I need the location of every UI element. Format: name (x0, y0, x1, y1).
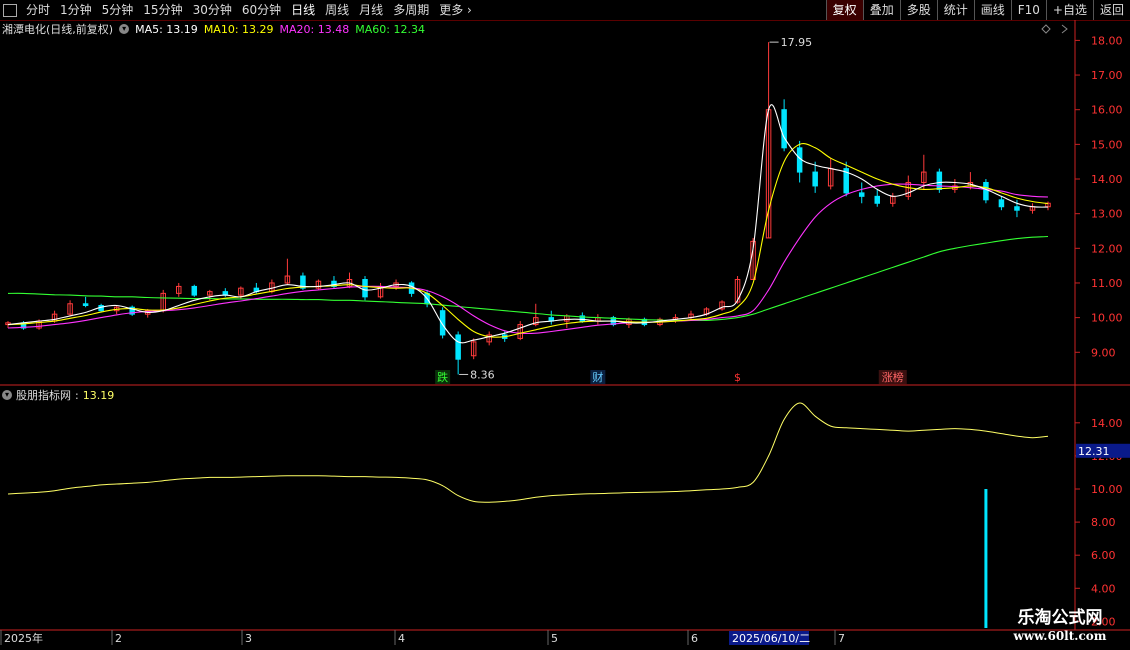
candle-body-29 (455, 334, 461, 360)
price-tick-label-3: 15.00 (1091, 138, 1123, 151)
indicator-signal-bar (984, 489, 988, 628)
price-tick-label-0: 18.00 (1091, 34, 1123, 47)
event-badge-0: 跌 (437, 370, 448, 384)
price-tick-label-2: 16.00 (1091, 104, 1123, 117)
date-label-5: 6 (691, 632, 698, 645)
watermark-url: www.60lt.com (1013, 629, 1107, 643)
price-tick-label-5: 13.00 (1091, 208, 1123, 221)
date-label-0: 2025年 (4, 631, 43, 645)
candle-body-50 (781, 109, 787, 149)
date-label-3: 4 (398, 632, 405, 645)
date-label-4: 5 (551, 632, 558, 645)
indicator-last-value: 12.31 (1078, 445, 1110, 458)
watermark: 乐淘公式网 www.60lt.com (990, 608, 1130, 643)
event-badge-1: 财 (592, 370, 603, 384)
ma5-line (7, 104, 1049, 344)
ma60-line (7, 235, 1049, 322)
event-badge-3: 涨榜 (882, 370, 904, 384)
active-date-label: 2025/06/10/二 (732, 632, 810, 645)
price-tick-label-7: 11.00 (1091, 277, 1123, 290)
date-label-1: 2 (115, 632, 122, 645)
kline-chart[interactable]: 18.00 17.00 16.00 15.00 14.00 13.00 12.00 11.00… (0, 0, 1130, 650)
date-label-6: 7 (838, 632, 845, 645)
annotation-0: 17.95 (781, 36, 813, 49)
candle-body-56 (874, 195, 881, 204)
candle-body-65 (1014, 206, 1020, 211)
annotation-1: 8.36 (470, 368, 495, 381)
candle-body-63 (983, 181, 989, 201)
candle-body-12 (191, 285, 198, 296)
indicator-tick-label-4: 6.00 (1091, 549, 1116, 562)
price-tick-label-8: 10.00 (1091, 312, 1123, 325)
candle-body-23 (362, 279, 368, 298)
watermark-title: 乐淘公式网 (1017, 608, 1103, 628)
ma10-line (7, 143, 1049, 338)
diamond-icon (1041, 24, 1051, 34)
indicator-tick-label-2: 10.00 (1091, 483, 1123, 496)
candle-body-60 (936, 171, 943, 190)
price-tick-label-9: 9.00 (1091, 346, 1116, 359)
price-tick-label-1: 17.00 (1091, 69, 1123, 82)
chevron-right-icon (1061, 24, 1068, 34)
indicator-tick-label-5: 4.00 (1091, 582, 1116, 595)
date-label-2: 3 (245, 632, 252, 645)
indicator-tick-label-0: 14.00 (1091, 417, 1123, 430)
candle-body-64 (998, 199, 1005, 208)
indicator-line (7, 402, 1049, 503)
price-tick-label-4: 14.00 (1091, 173, 1123, 186)
candle-body-5 (82, 303, 89, 306)
price-tick-label-6: 12.00 (1091, 242, 1123, 255)
candle-body-52 (812, 171, 818, 187)
event-badge-2: $ (734, 371, 741, 384)
candle-body-55 (858, 192, 865, 197)
indicator-tick-label-3: 8.00 (1091, 516, 1116, 529)
